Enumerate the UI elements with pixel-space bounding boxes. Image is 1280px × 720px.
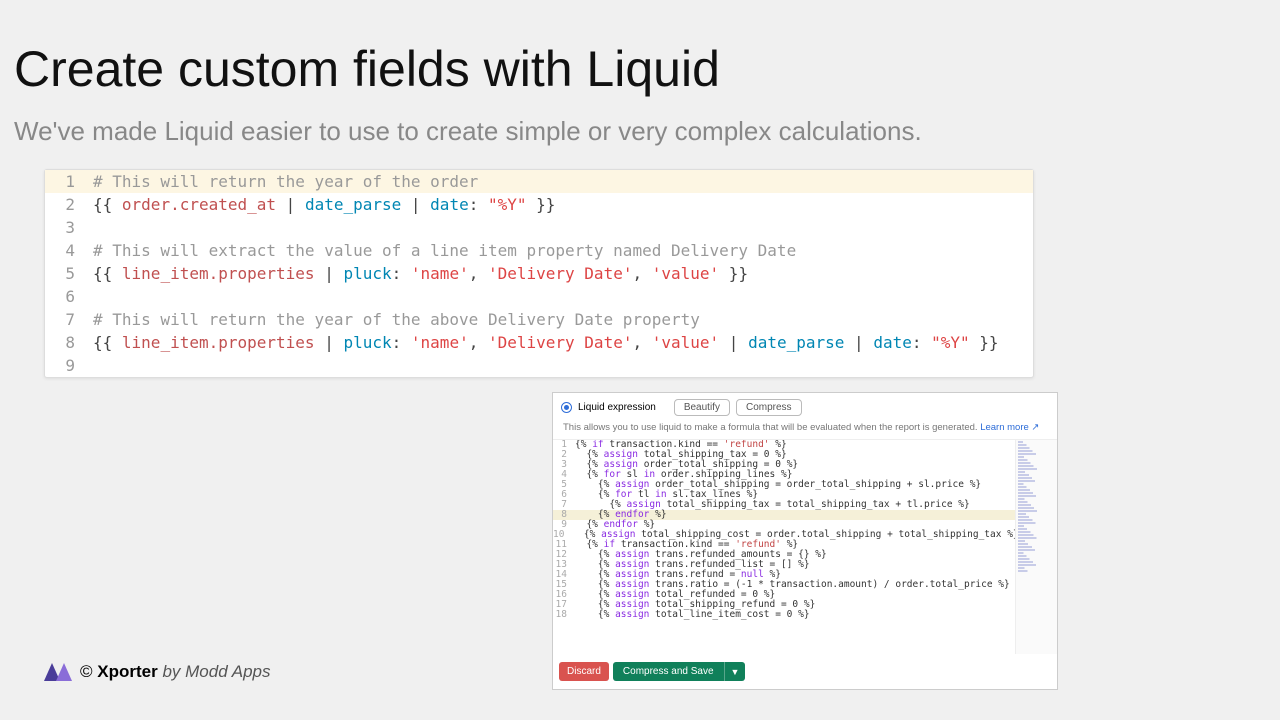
main-code-block: 1# This will return the year of the orde… [44,169,1034,378]
code-line: 7# This will return the year of the abov… [45,308,1033,331]
line-number: 2 [45,195,93,214]
line-number: 4 [45,241,93,260]
radio-selected-icon[interactable] [561,402,572,413]
external-link-icon: ↗ [1031,422,1039,433]
learn-more-link[interactable]: Learn more ↗ [980,422,1039,433]
minimap[interactable] [1015,440,1057,654]
code-text: # This will return the year of the above… [93,310,700,329]
compress-button[interactable]: Compress [736,399,802,416]
line-number: 8 [45,333,93,352]
line-number: 7 [45,310,93,329]
save-dropdown-button[interactable]: ▼ [724,662,746,681]
line-number: 5 [45,264,93,283]
footer: © Xporter by Modd Apps [44,662,271,682]
code-line: 9 [45,354,1033,377]
chevron-down-icon: ▼ [731,667,740,677]
beautify-button[interactable]: Beautify [674,399,730,416]
liquid-editor-panel: Liquid expression Beautify Compress This… [552,392,1058,690]
code-text: {{ line_item.properties | pluck: 'name',… [93,264,748,283]
code-line: 3 [45,216,1033,239]
compress-and-save-button[interactable]: Compress and Save [613,662,724,681]
code-text: {{ line_item.properties | pluck: 'name',… [93,333,999,352]
code-text: {{ order.created_at | date_parse | date:… [93,195,555,214]
page-subtitle: We've made Liquid easier to use to creat… [0,98,1280,147]
line-number: 9 [45,356,93,375]
panel-description: This allows you to use liquid to make a … [553,422,1057,439]
line-number: 1 [45,172,93,191]
discard-button[interactable]: Discard [559,662,609,681]
logo-icon [44,663,74,681]
radio-label: Liquid expression [578,402,656,413]
code-line: 8{{ line_item.properties | pluck: 'name'… [45,331,1033,354]
code-line: 4# This will extract the value of a line… [45,239,1033,262]
code-line: 6 [45,285,1033,308]
panel-header: Liquid expression Beautify Compress [553,393,1057,422]
editor-line: 18 {% assign total_line_item_cost = 0 %} [553,610,1015,620]
code-text: # This will extract the value of a line … [93,241,796,260]
code-text: # This will return the year of the order [93,172,478,191]
line-number: 6 [45,287,93,306]
code-line: 2{{ order.created_at | date_parse | date… [45,193,1033,216]
panel-footer: Discard Compress and Save ▼ [553,654,1057,689]
code-line: 1# This will return the year of the orde… [45,170,1033,193]
page-title: Create custom fields with Liquid [0,0,1280,98]
line-number: 3 [45,218,93,237]
editor-area[interactable]: 1{% if transaction.kind == 'refund' %}2 … [553,439,1057,654]
code-line: 5{{ line_item.properties | pluck: 'name'… [45,262,1033,285]
